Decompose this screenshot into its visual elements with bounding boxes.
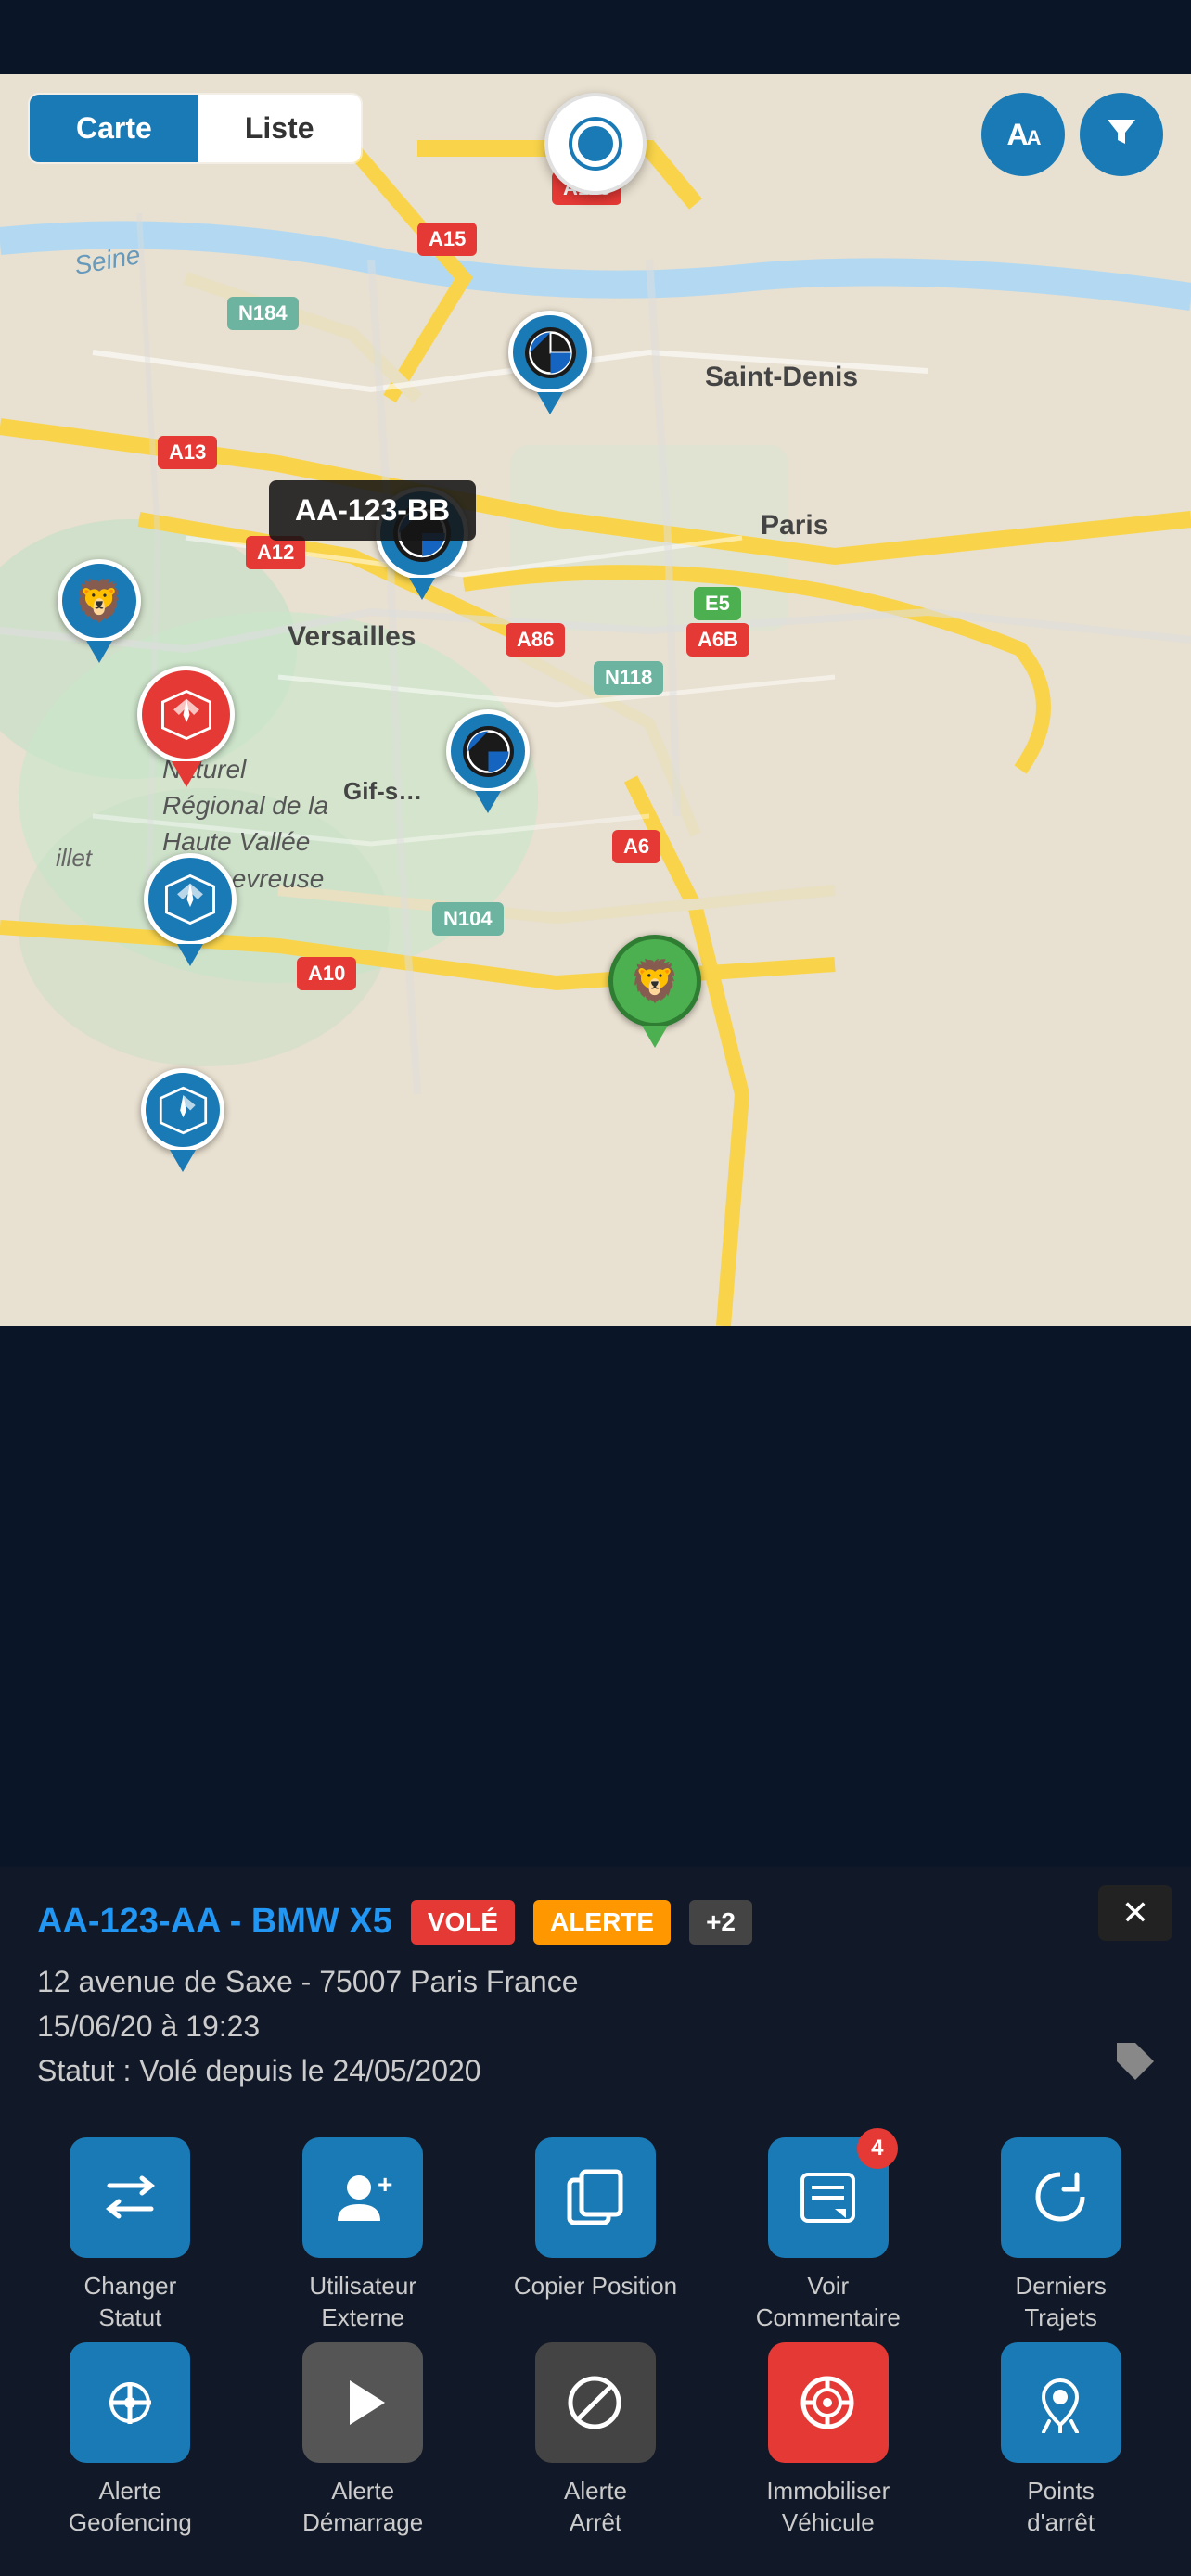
voir-commentaire-label: VoirCommentaire <box>756 2271 901 2334</box>
badge-vole: VOLÉ <box>411 1900 515 1945</box>
action-alerte-arret[interactable]: AlerteArrêt <box>484 2342 708 2539</box>
vehicle-address: 12 avenue de Saxe - 75007 Paris France 1… <box>37 1959 1154 2093</box>
place-gifsur: Gif-s… <box>343 777 422 806</box>
utilisateur-externe-button[interactable]: + <box>302 2137 423 2258</box>
bottom-panel: ✕ AA-123-AA - BMW X5 VOLÉ ALERTE +2 12 a… <box>0 1867 1191 2576</box>
highway-a6: A6 <box>612 830 660 863</box>
vehicle-title-row: AA-123-AA - BMW X5 VOLÉ ALERTE +2 <box>37 1900 1154 1945</box>
changer-statut-label: ChangerStatut <box>84 2271 177 2334</box>
utilisateur-externe-label: UtilisateurExterne <box>309 2271 416 2334</box>
points-darret-label: Pointsd'arrêt <box>1027 2476 1095 2539</box>
derniers-trajets-button[interactable] <box>1001 2137 1121 2258</box>
text-size-icon: AA <box>1007 118 1040 152</box>
alerte-geofencing-label: AlerteGeofencing <box>69 2476 192 2539</box>
pin-tail-bmw1 <box>537 392 563 414</box>
pin-tail-renault2 <box>177 944 203 966</box>
tab-liste[interactable]: Liste <box>198 95 361 162</box>
vehicle-info-bar: ✕ AA-123-AA - BMW X5 VOLÉ ALERTE +2 12 a… <box>0 1867 1191 2119</box>
changer-statut-button[interactable] <box>70 2137 190 2258</box>
highway-a15: A15 <box>417 223 477 256</box>
voir-commentaire-badge: 4 <box>857 2128 898 2169</box>
status-bar <box>0 0 1191 74</box>
badge-alerte: ALERTE <box>533 1900 671 1945</box>
vehicle-title: AA-123-AA - BMW X5 <box>37 1902 392 1942</box>
action-utilisateur-externe[interactable]: + UtilisateurExterne <box>251 2137 475 2334</box>
pin-renault-red[interactable] <box>137 666 235 787</box>
place-jouy: illet <box>56 844 92 873</box>
alerte-arret-button[interactable] <box>535 2342 656 2463</box>
highway-n184: N184 <box>227 297 299 330</box>
pin-circle-renault2 <box>144 853 237 946</box>
pin-peugeot-green[interactable]: 🦁 <box>608 935 701 1048</box>
tag-icon <box>1113 2039 1158 2093</box>
action-immobiliser-vehicule[interactable]: ImmobiliserVéhicule <box>716 2342 940 2539</box>
svg-text:+: + <box>378 2170 392 2199</box>
text-size-button[interactable]: AA <box>981 93 1065 176</box>
action-alerte-geofencing[interactable]: AlerteGeofencing <box>19 2342 242 2539</box>
pin-circle-peugeot2: 🦁 <box>608 935 701 1027</box>
map-actions: AA <box>981 93 1163 176</box>
tab-group: Carte Liste <box>28 93 363 164</box>
pin-circle-bmw1 <box>508 311 592 394</box>
pin-tail-bmw3 <box>475 791 501 813</box>
copier-position-label: Copier Position <box>514 2271 677 2302</box>
place-paris: Paris <box>761 510 828 542</box>
pin-renault-bottom[interactable] <box>141 1068 224 1172</box>
place-saint-denis: Saint-Denis <box>705 362 858 393</box>
pin-circle-bmw3 <box>446 709 530 793</box>
actions-row-2: AlerteGeofencing AlerteDémarrage Al <box>19 2342 1172 2539</box>
highway-a12: A12 <box>246 536 305 569</box>
map-label-aa123bb: AA-123-BB <box>269 480 476 541</box>
alerte-geofencing-button[interactable] <box>70 2342 190 2463</box>
highway-e5: E5 <box>694 587 741 620</box>
gps-dot <box>572 121 619 167</box>
pin-tail-bmw2 <box>409 578 435 600</box>
pin-circle-renault1 <box>137 666 235 763</box>
action-copier-position[interactable]: Copier Position <box>484 2137 708 2334</box>
action-alerte-demarrage[interactable]: AlerteDémarrage <box>251 2342 475 2539</box>
alerte-demarrage-label: AlerteDémarrage <box>302 2476 423 2539</box>
pin-peugeot-left[interactable]: 🦁 <box>58 559 141 663</box>
tab-carte[interactable]: Carte <box>30 95 198 162</box>
action-derniers-trajets[interactable]: DerniersTrajets <box>949 2137 1172 2334</box>
pin-bmw-gif[interactable] <box>446 709 530 813</box>
badge-plus: +2 <box>689 1900 752 1945</box>
highway-a86: A86 <box>506 623 565 657</box>
pin-tail-peugeot2 <box>642 1026 668 1048</box>
pin-tail-peugeot1 <box>86 641 112 663</box>
alerte-arret-label: AlerteArrêt <box>564 2476 627 2539</box>
pin-renault-blue[interactable] <box>144 853 237 966</box>
pin-tail-renault3 <box>170 1150 196 1172</box>
action-changer-statut[interactable]: ChangerStatut <box>19 2137 242 2334</box>
filter-icon <box>1103 112 1140 157</box>
copier-position-button[interactable] <box>535 2137 656 2258</box>
pin-tail-renault1 <box>172 761 201 787</box>
pin-circle-peugeot1: 🦁 <box>58 559 141 643</box>
highway-a6b: A6B <box>686 623 749 657</box>
close-button[interactable]: ✕ <box>1098 1885 1172 1941</box>
derniers-trajets-label: DerniersTrajets <box>1015 2271 1106 2334</box>
place-versailles: Versailles <box>288 621 416 653</box>
actions-row-1: ChangerStatut + UtilisateurExterne <box>19 2137 1172 2334</box>
voir-commentaire-button[interactable]: 4 <box>768 2137 889 2258</box>
highway-n104: N104 <box>432 902 504 936</box>
actions-grid: ChangerStatut + UtilisateurExterne <box>0 2119 1191 2576</box>
alerte-demarrage-button[interactable] <box>302 2342 423 2463</box>
map-container: Carte Liste AA A115 A15 N184 A13 A12 A86… <box>0 74 1191 1326</box>
action-voir-commentaire[interactable]: 4 VoirCommentaire <box>716 2137 940 2334</box>
immobiliser-vehicule-label: ImmobiliserVéhicule <box>766 2476 890 2539</box>
points-darret-button[interactable] <box>1001 2342 1121 2463</box>
immobiliser-vehicule-button[interactable] <box>768 2342 889 2463</box>
highway-a13: A13 <box>158 436 217 469</box>
pin-circle-renault3 <box>141 1068 224 1152</box>
highway-a10: A10 <box>297 957 356 990</box>
gps-center-button[interactable] <box>544 93 647 195</box>
filter-button[interactable] <box>1080 93 1163 176</box>
action-points-darret[interactable]: Pointsd'arrêt <box>949 2342 1172 2539</box>
highway-n118: N118 <box>594 661 663 695</box>
pin-bmw-neuilly[interactable] <box>508 311 592 414</box>
